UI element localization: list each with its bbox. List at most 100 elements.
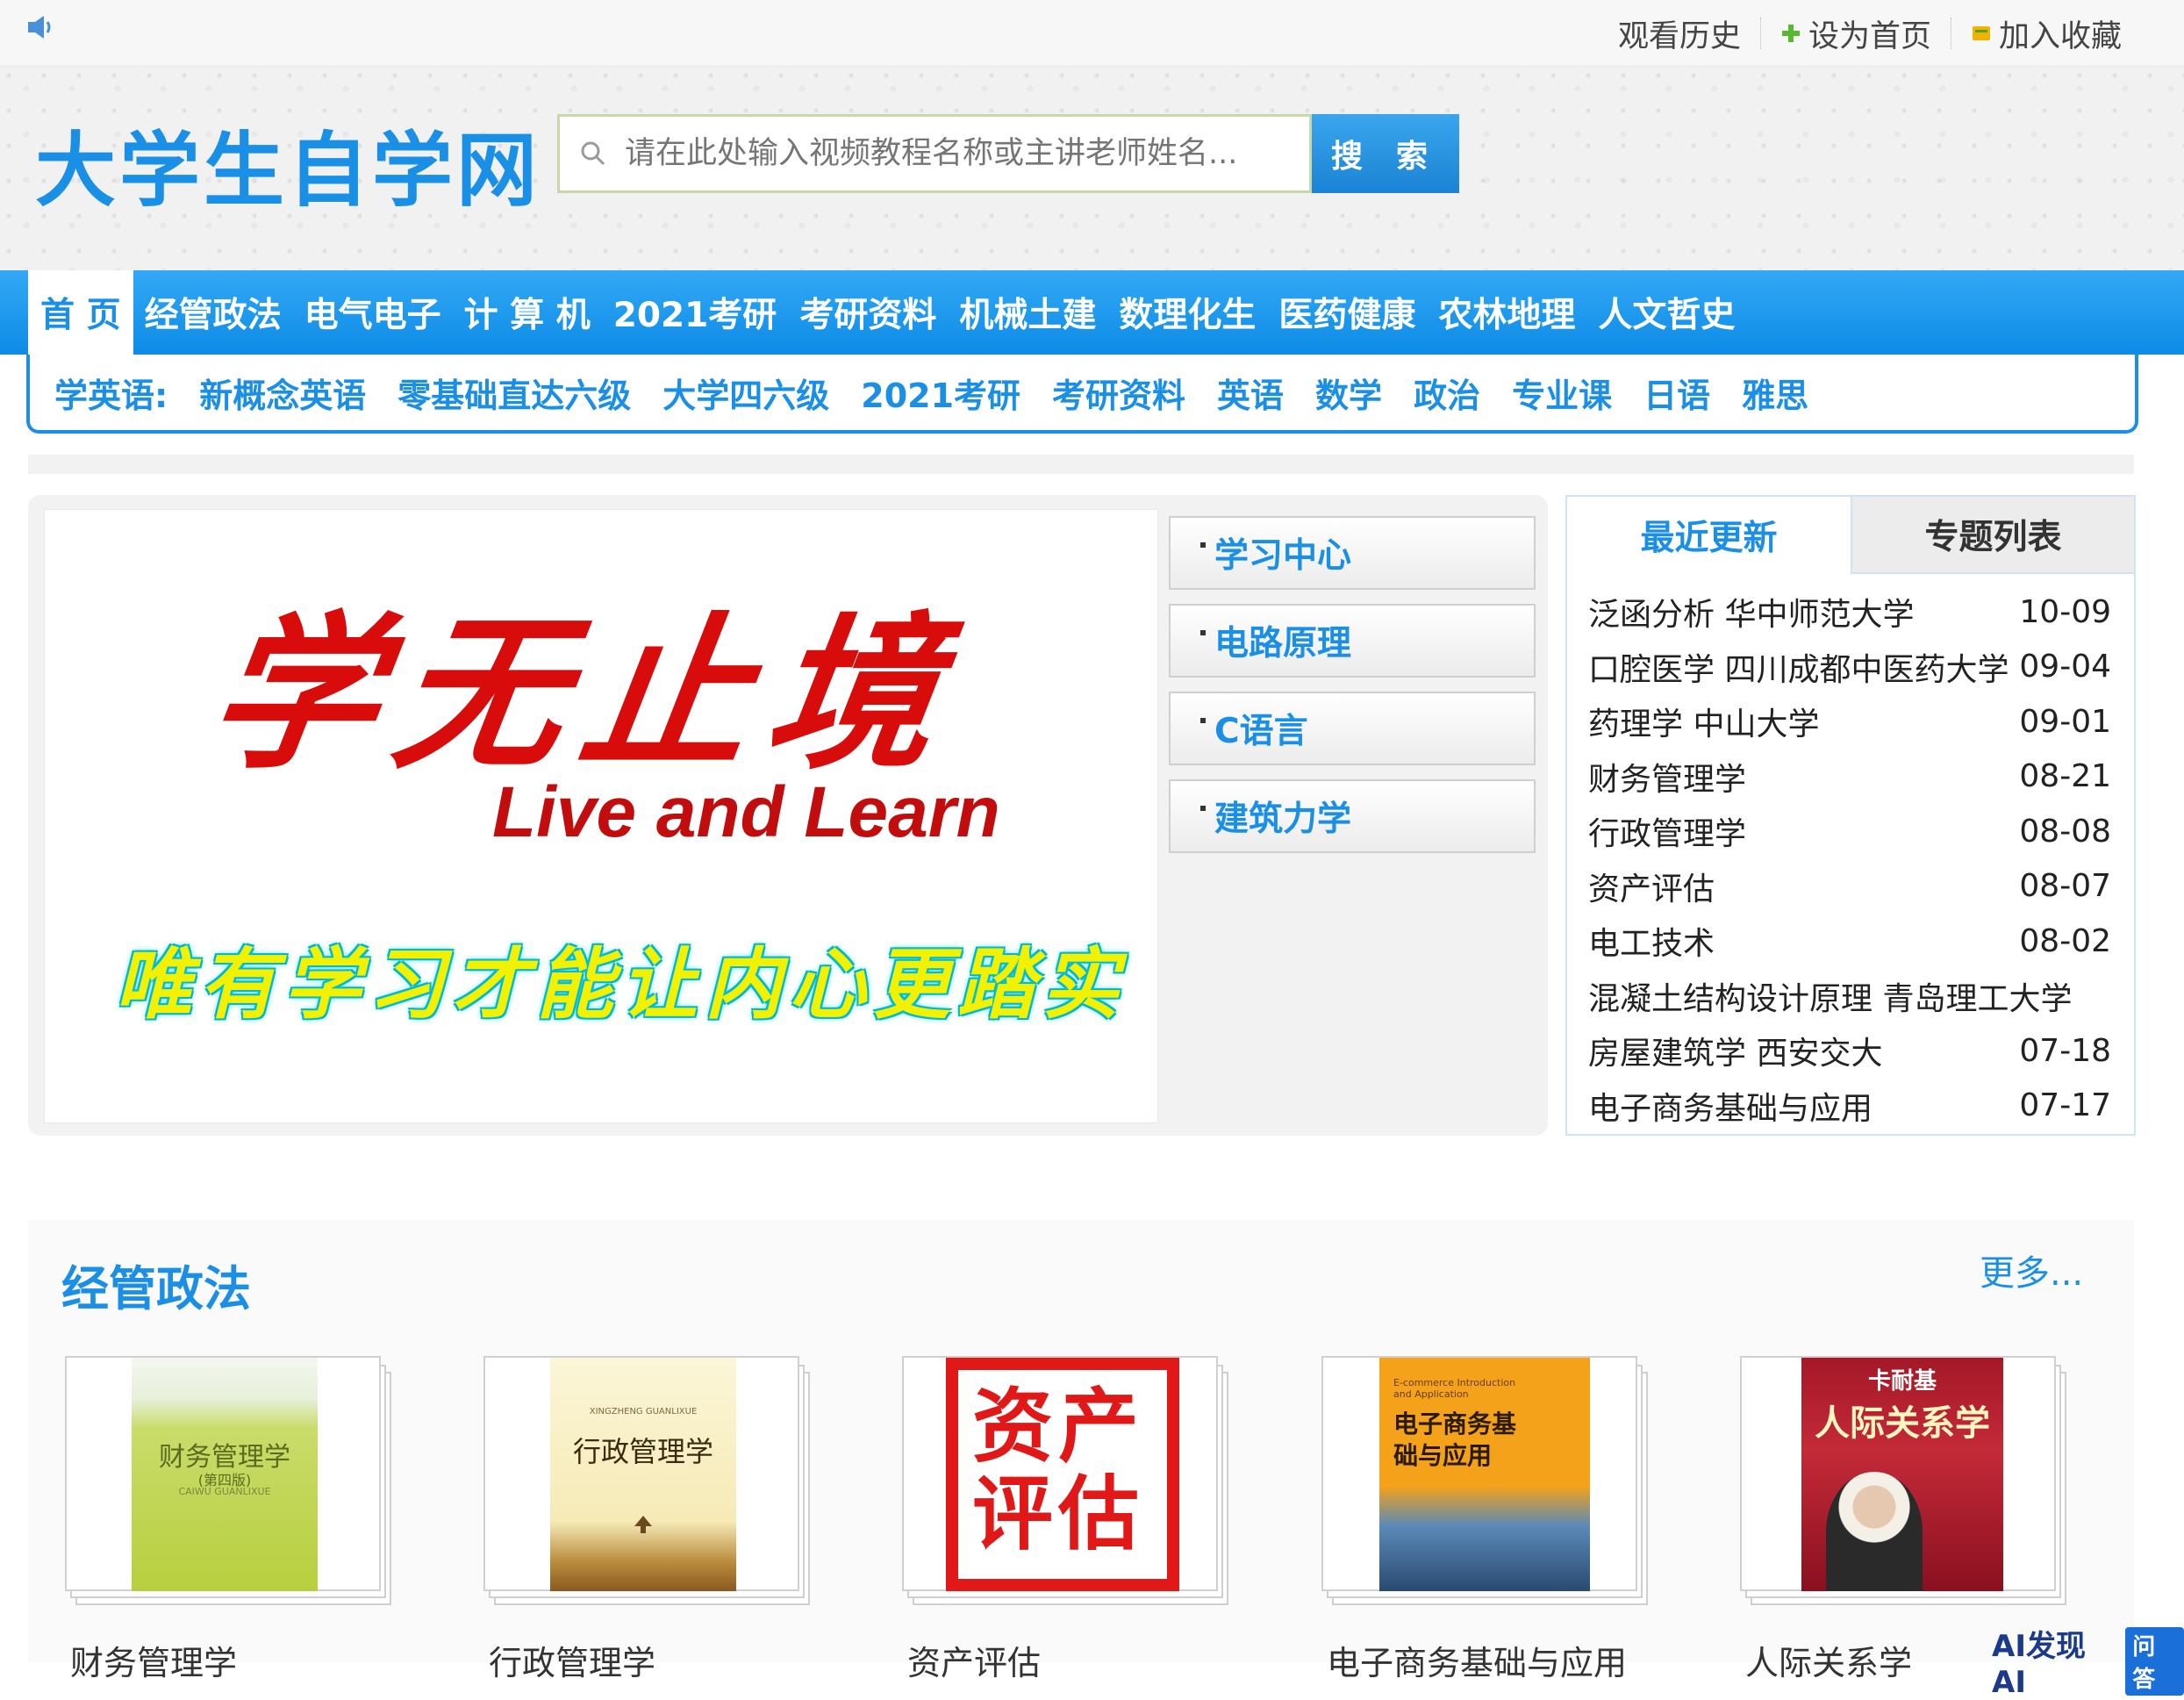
update-date: 07-17: [2019, 1087, 2111, 1124]
update-item[interactable]: 电工技术 08-02: [1588, 914, 2111, 969]
watch-history-label: 观看历史: [1617, 18, 1741, 54]
panel-tabs: 最近更新 专题列表: [1567, 497, 2134, 574]
book-cover: 资产评估: [902, 1356, 1218, 1591]
sub-nav-new-concept[interactable]: 新概念英语: [199, 369, 366, 417]
book-cover-title: 资产评估: [972, 1379, 1145, 1561]
nav-item-mechanical-civil[interactable]: 机械土建: [948, 270, 1107, 355]
speaker-icon[interactable]: [26, 14, 56, 40]
book-caption[interactable]: 财务管理学: [70, 1636, 237, 1684]
set-homepage-link[interactable]: 设为首页: [1765, 11, 1947, 56]
bullet-icon: [1200, 542, 1206, 548]
nav-item-home[interactable]: 首 页: [28, 270, 133, 355]
portrait-image: [1826, 1472, 1923, 1591]
sub-nav-ielts[interactable]: 雅思: [1742, 369, 1808, 417]
quick-link-label: 电路原理: [1214, 624, 1352, 664]
bullet-icon: [1200, 718, 1206, 723]
section-title: 经管政法: [61, 1261, 251, 1316]
sub-nav-kaoyan-materials[interactable]: 考研资料: [1052, 369, 1185, 417]
update-title: 财务管理学: [1588, 761, 1747, 798]
update-date: 08-21: [2019, 758, 2111, 795]
book-card[interactable]: 财务管理学 (第四版) CAIWU GUANLIXUE: [60, 1354, 391, 1619]
nav-item-kaoyan-materials[interactable]: 考研资料: [788, 270, 948, 355]
nav-item-computer[interactable]: 计 算 机: [453, 270, 602, 355]
banner-image[interactable]: 学无止境 Live and Learn 唯有学习才能让内心更踏实: [44, 509, 1158, 1123]
update-title: 泛函分析 华中师范大学: [1588, 597, 1915, 634]
book-cover-image: 资产评估: [946, 1358, 1179, 1591]
sub-nav-kaoyan-2021[interactable]: 2021考研: [861, 369, 1020, 417]
watermark-badge: 问答: [2125, 1626, 2184, 1696]
more-link[interactable]: 更多...: [1980, 1245, 2083, 1295]
search-button[interactable]: 搜 索: [1312, 114, 1459, 193]
quick-link-label: 建筑力学: [1214, 800, 1352, 839]
book-cover-image: XINGZHENG GUANLIXUE 行政管理学: [550, 1358, 736, 1591]
update-item[interactable]: 药理学 中山大学 09-01: [1588, 694, 2111, 750]
add-favorite-link[interactable]: 加入收藏: [1955, 11, 2137, 56]
update-list: 泛函分析 华中师范大学 10-09 口腔医学 四川成都中医药大学 09-04 药理学…: [1567, 574, 2134, 1133]
quick-link-c-language[interactable]: C语言: [1169, 692, 1536, 765]
quick-link-study-center[interactable]: 学习中心: [1169, 516, 1536, 590]
book-card[interactable]: E-commerce Introduction and Application …: [1316, 1354, 1648, 1619]
book-caption[interactable]: 资产评估: [907, 1636, 1041, 1684]
sub-nav-english[interactable]: 英语: [1217, 369, 1284, 417]
sub-nav-major[interactable]: 专业课: [1512, 369, 1612, 417]
nav-item-kaoyan-2021[interactable]: 2021考研: [602, 270, 789, 355]
book-cover-title: 人际关系学: [1815, 1402, 1990, 1444]
tab-recent-updates[interactable]: 最近更新: [1567, 497, 1851, 574]
update-item[interactable]: 房屋建筑学 西安交大 07-18: [1588, 1023, 2111, 1079]
nav-item-agri-geo[interactable]: 农林地理: [1427, 270, 1586, 355]
update-date: 10-09: [2019, 593, 2111, 630]
quick-link-circuit[interactable]: 电路原理: [1169, 604, 1536, 678]
nav-item-medicine[interactable]: 医药健康: [1267, 270, 1427, 355]
book-cover: 卡耐基 人际关系学: [1740, 1356, 2056, 1591]
sub-nav-japanese[interactable]: 日语: [1643, 369, 1710, 417]
main-nav: 首 页 经管政法 电气电子 计 算 机 2021考研 考研资料 机械土建 数理化…: [0, 270, 2184, 355]
update-item[interactable]: 口腔医学 四川成都中医药大学 09-04: [1588, 640, 2111, 695]
nav-item-science[interactable]: 数理化生: [1107, 270, 1267, 355]
update-item[interactable]: 财务管理学 08-21: [1588, 750, 2111, 805]
book-cover: 财务管理学 (第四版) CAIWU GUANLIXUE: [65, 1356, 381, 1591]
update-item[interactable]: 电子商务基础与应用 07-17: [1588, 1079, 2111, 1134]
book-cover-title: 行政管理学: [572, 1435, 713, 1468]
site-logo[interactable]: 大学生自学网: [35, 123, 541, 219]
sub-nav-politics[interactable]: 政治: [1414, 369, 1480, 417]
sub-nav-cet46[interactable]: 大学四六级: [662, 369, 829, 417]
favorite-icon: [1972, 26, 1990, 40]
top-links: 观看历史 设为首页 加入收藏: [1602, 0, 2137, 67]
banner-title-cn: 学无止境: [197, 596, 970, 792]
book-caption[interactable]: 人际关系学: [1745, 1636, 1912, 1684]
book-card[interactable]: 卡耐基 人际关系学: [1735, 1354, 2066, 1619]
book-cover-subtitle: E-commerce Introduction and Application: [1393, 1377, 1516, 1400]
sub-nav-cet6-zero[interactable]: 零基础直达六级: [397, 369, 631, 417]
update-item[interactable]: 资产评估 08-07: [1588, 859, 2111, 915]
update-date: 07-18: [2019, 1032, 2111, 1069]
book-card[interactable]: 资产评估: [897, 1354, 1228, 1619]
recent-updates-panel: 最近更新 专题列表 泛函分析 华中师范大学 10-09 口腔医学 四川成都中医药大…: [1565, 495, 2136, 1136]
main-nav-items: 首 页 经管政法 电气电子 计 算 机 2021考研 考研资料 机械土建 数理化…: [28, 270, 1746, 355]
watermark: AI发现AI 问答: [1992, 1622, 2184, 1700]
update-date: 09-04: [2019, 649, 2111, 685]
book-cover-image: 卡耐基 人际关系学: [1801, 1358, 2003, 1591]
sub-nav-math[interactable]: 数学: [1315, 369, 1382, 417]
bullet-icon: [1200, 630, 1206, 635]
search-input[interactable]: [623, 135, 1307, 172]
update-item[interactable]: 泛函分析 华中师范大学 10-09: [1588, 585, 2111, 640]
nav-item-humanities[interactable]: 人文哲史: [1586, 270, 1746, 355]
nav-item-electrical[interactable]: 电气电子: [293, 270, 453, 355]
book-caption[interactable]: 行政管理学: [489, 1636, 655, 1684]
banner-title-en: Live and Learn: [492, 772, 1000, 852]
update-item[interactable]: 行政管理学 08-08: [1588, 804, 2111, 859]
book-cover-tag: CAIWU GUANLIXUE: [178, 1486, 271, 1497]
watch-history-link[interactable]: 观看历史: [1602, 11, 1757, 56]
update-date: 08-08: [2019, 813, 2111, 850]
update-title: 房屋建筑学 西安交大: [1588, 1036, 1883, 1072]
update-title: 口腔医学 四川成都中医药大学: [1588, 651, 2009, 688]
book-card[interactable]: XINGZHENG GUANLIXUE 行政管理学: [478, 1354, 810, 1619]
update-item[interactable]: 混凝土结构设计原理 青岛理工大学: [1588, 969, 2111, 1024]
book-caption[interactable]: 电子商务基础与应用: [1327, 1636, 1627, 1684]
nav-item-economics-law[interactable]: 经管政法: [133, 270, 293, 355]
arrow-up-icon: [634, 1516, 652, 1533]
quick-link-label: 学习中心: [1214, 536, 1352, 576]
sub-nav: 学英语: 新概念英语 零基础直达六级 大学四六级 2021考研 考研资料 英语 …: [26, 355, 2138, 434]
tab-topic-list[interactable]: 专题列表: [1851, 497, 2134, 574]
quick-link-structural-mechanics[interactable]: 建筑力学: [1169, 779, 1536, 853]
